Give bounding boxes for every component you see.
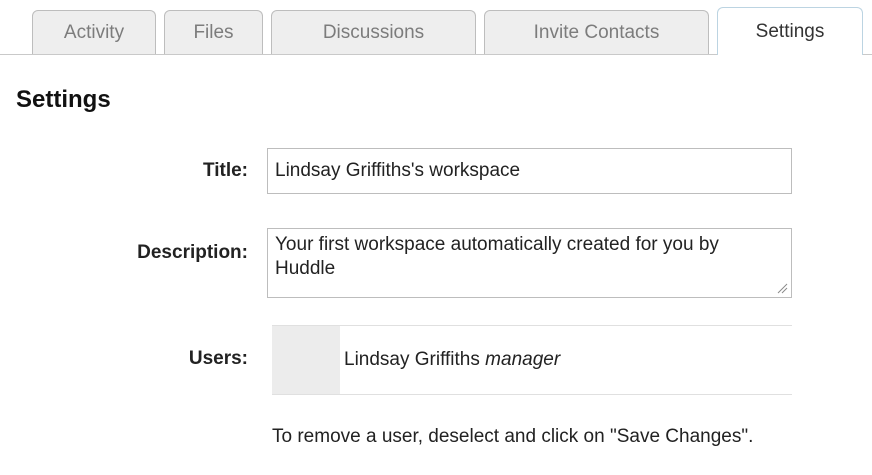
page-title: Settings — [16, 86, 111, 113]
tab-settings[interactable]: Settings — [717, 7, 863, 55]
tab-invite-contacts[interactable]: Invite Contacts — [484, 10, 709, 54]
users-label: Users: — [188, 348, 248, 369]
user-role: manager — [485, 349, 561, 370]
tab-bar: Activity Files Discussions Invite Contac… — [0, 0, 872, 55]
title-input[interactable] — [267, 148, 792, 194]
description-textarea[interactable]: Your first workspace automatically creat… — [267, 228, 792, 298]
user-select-checkbox[interactable] — [272, 326, 340, 394]
user-row: Lindsay Griffiths manager — [272, 325, 792, 395]
title-label: Title: — [202, 160, 248, 181]
tab-activity[interactable]: Activity — [32, 10, 156, 54]
tab-discussions[interactable]: Discussions — [271, 10, 476, 54]
remove-user-help-text: To remove a user, deselect and click on … — [272, 426, 754, 447]
description-label: Description: — [137, 242, 248, 263]
resize-grip-icon[interactable] — [776, 282, 788, 294]
tab-files[interactable]: Files — [164, 10, 263, 54]
user-name: Lindsay Griffiths — [344, 349, 480, 370]
user-entry: Lindsay Griffiths manager — [344, 326, 560, 394]
